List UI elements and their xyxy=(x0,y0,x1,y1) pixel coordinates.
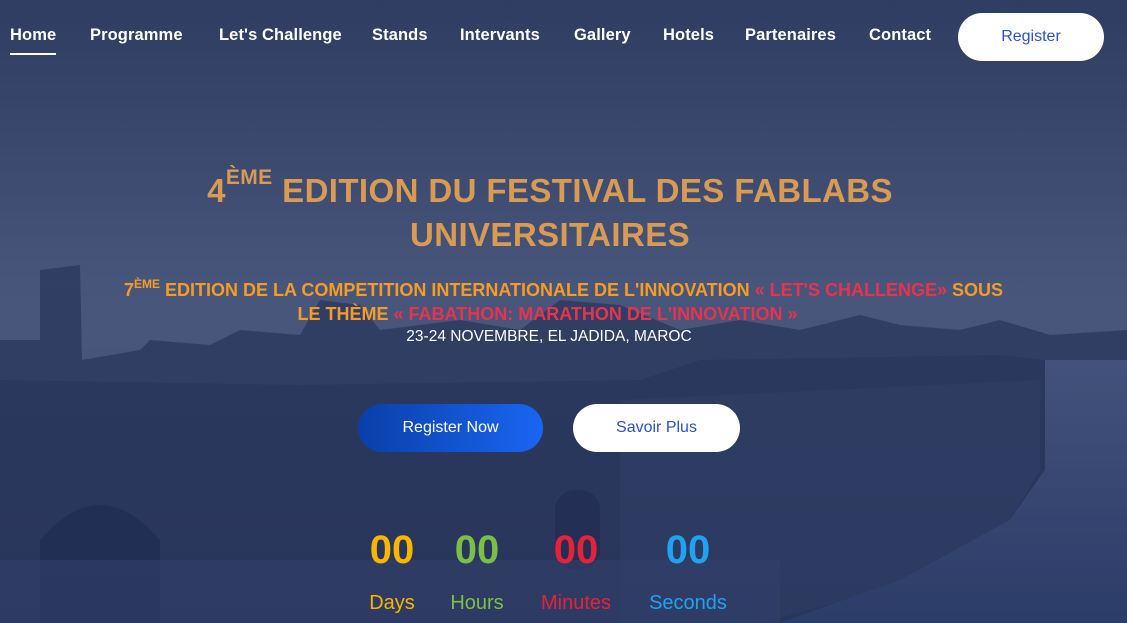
savoir-plus-button[interactable]: Savoir Plus xyxy=(573,404,740,452)
nav-partenaires[interactable]: Partenaires xyxy=(745,26,836,45)
register-button[interactable]: Register xyxy=(958,13,1104,61)
event-title-line2: UNIVERSITAIRES xyxy=(409,216,691,253)
event-subtitle-line2: LE THÈME « FABATHON: MARATHON DE L'INNOV… xyxy=(297,304,798,324)
nav-programme[interactable]: Programme xyxy=(90,26,183,45)
nav-gallery[interactable]: Gallery xyxy=(574,26,631,45)
event-title-line1: 4ÈME EDITION DU FESTIVAL DES FABLABS xyxy=(207,166,893,209)
event-subtitle-line1: 7ÈME EDITION DE LA COMPETITION INTERNATI… xyxy=(124,277,1003,300)
countdown-seconds-label: Seconds xyxy=(649,592,727,614)
nav-stands[interactable]: Stands xyxy=(372,26,428,45)
countdown-seconds-value: 00 xyxy=(665,528,711,572)
countdown-minutes-label: Minutes xyxy=(540,592,612,614)
nav-hotels[interactable]: Hotels xyxy=(663,26,714,45)
nav-lets-challenge[interactable]: Let's Challenge xyxy=(219,26,342,45)
register-now-button[interactable]: Register Now xyxy=(358,404,543,452)
countdown-minutes-value: 00 xyxy=(553,528,599,572)
event-date-location: 23-24 NOVEMBRE, EL JADIDA, MAROC xyxy=(406,328,692,345)
countdown-hours-value: 00 xyxy=(454,528,500,572)
nav-intervants[interactable]: Intervants xyxy=(460,26,540,45)
nav-contact[interactable]: Contact xyxy=(869,26,931,45)
top-navigation: Home Programme Let's Challenge Stands In… xyxy=(0,0,1127,72)
nav-home[interactable]: Home xyxy=(10,26,57,55)
